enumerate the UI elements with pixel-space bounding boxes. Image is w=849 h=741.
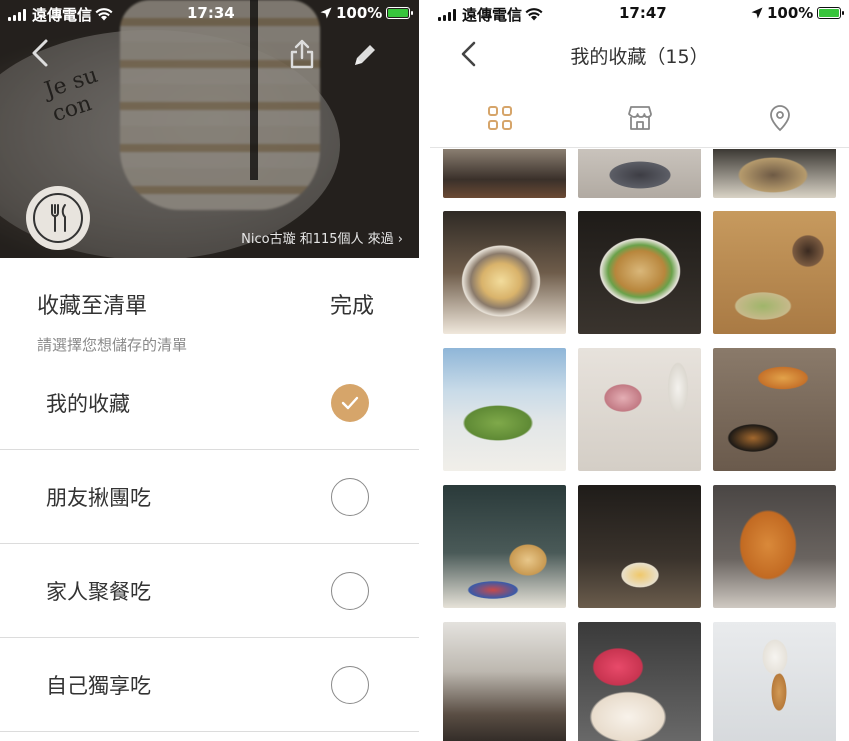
- wifi-icon: [95, 8, 113, 21]
- radio-circle-icon[interactable]: [331, 478, 369, 516]
- status-bar: 遠傳電信 17:47 100%: [430, 0, 849, 26]
- favorites-screen: 遠傳電信 17:47 100% 我的收藏（15）: [430, 0, 849, 741]
- tab-store[interactable]: [620, 100, 660, 136]
- list-option-label: 家人聚餐吃: [46, 580, 151, 604]
- photo-pink-latte-set[interactable]: [578, 348, 701, 471]
- battery-icon: [386, 7, 414, 19]
- collect-list-sheet: 收藏至清單 完成 請選擇您想儲存的清單 我的收藏 朋友揪團吃 家人聚餐吃 自己獨…: [0, 258, 419, 741]
- battery-percent: 100%: [767, 4, 814, 22]
- status-bar: 遠傳電信 17:34 100%: [0, 0, 419, 26]
- photo-fruit-tart-latte[interactable]: [578, 485, 701, 608]
- photo-dessert-plate[interactable]: [713, 149, 836, 198]
- photo-strawberry-cake[interactable]: [578, 622, 701, 741]
- signal-icon: [8, 8, 26, 21]
- grid-icon: [488, 106, 512, 130]
- sheet-hint: 請選擇您想儲存的清單: [37, 336, 188, 354]
- favorites-photo-grid: [430, 149, 849, 741]
- photo-coffee-cup[interactable]: [578, 149, 701, 198]
- status-time: 17:47: [619, 4, 667, 22]
- wifi-icon: [525, 8, 543, 21]
- done-button[interactable]: 完成: [330, 288, 374, 320]
- radio-circle-icon[interactable]: [331, 666, 369, 704]
- list-option-friends[interactable]: 朋友揪團吃: [0, 450, 419, 544]
- photo-taro-ball-dessert[interactable]: [578, 211, 701, 334]
- carrier-name: 遠傳電信: [32, 6, 93, 24]
- list-option-my-favorites[interactable]: 我的收藏: [0, 356, 419, 450]
- photo-brunch-platter[interactable]: [713, 348, 836, 471]
- location-arrow-icon: [320, 7, 332, 19]
- visitors-link[interactable]: Nico古璇 和115個人 來過 ›: [241, 228, 403, 247]
- view-tabs: [430, 90, 849, 148]
- photo-matcha-crepe-cake[interactable]: [443, 348, 566, 471]
- carrier-group: 遠傳電信: [438, 4, 543, 25]
- checkmark-icon[interactable]: [331, 384, 369, 422]
- list-option-label: 朋友揪團吃: [46, 486, 151, 510]
- location-pin-icon: [770, 105, 790, 132]
- photo-cafe-interior[interactable]: [443, 149, 566, 198]
- edit-pencil-icon[interactable]: [350, 40, 380, 70]
- status-time: 17:34: [187, 4, 235, 22]
- share-icon[interactable]: [288, 38, 316, 70]
- photo-soft-serve-cone[interactable]: [713, 622, 836, 741]
- back-chevron-icon[interactable]: [28, 38, 52, 68]
- list-option-solo[interactable]: 自己獨享吃: [0, 638, 419, 732]
- tab-map[interactable]: [760, 100, 800, 136]
- location-arrow-icon: [751, 7, 763, 19]
- page-title: 我的收藏（15）: [570, 46, 709, 68]
- battery-icon: [817, 7, 845, 19]
- fork-knife-icon: [33, 193, 83, 243]
- radio-circle-icon[interactable]: [331, 572, 369, 610]
- photo-iced-milk-tea[interactable]: [713, 485, 836, 608]
- cuisine-badge: [26, 186, 90, 250]
- battery-percent: 100%: [336, 4, 383, 22]
- battery-group: 100%: [320, 4, 414, 22]
- carrier-group: 遠傳電信: [8, 4, 113, 25]
- sheet-title: 收藏至清單: [37, 294, 148, 319]
- list-option-label: 自己獨享吃: [46, 674, 151, 698]
- photo-cream-puff-cake[interactable]: [443, 485, 566, 608]
- battery-group: 100%: [751, 4, 845, 22]
- store-icon: [628, 106, 652, 130]
- list-option-label: 我的收藏: [46, 392, 130, 416]
- list-option-family[interactable]: 家人聚餐吃: [0, 544, 419, 638]
- carrier-name: 遠傳電信: [462, 6, 523, 24]
- photo-matcha-toast-tray[interactable]: [713, 211, 836, 334]
- photo-pancake-plate[interactable]: [443, 211, 566, 334]
- tab-grid[interactable]: [480, 100, 520, 136]
- photo-shop-interior[interactable]: [443, 622, 566, 741]
- collect-sheet-screen: Je su con 遠傳電信 17:34 100% Nico古璇 和115個人 …: [0, 0, 419, 741]
- signal-icon: [438, 8, 456, 21]
